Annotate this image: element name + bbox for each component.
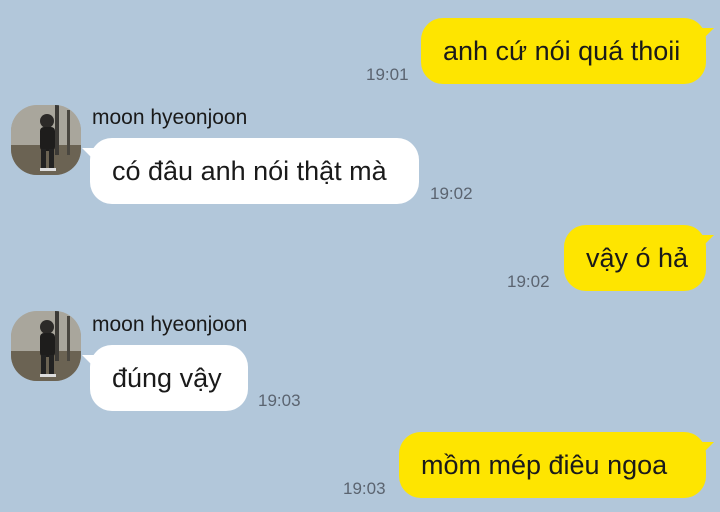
sender-name: moon hyeonjoon <box>92 313 248 336</box>
message-bubble-received[interactable]: đúng vậy <box>82 345 248 411</box>
message-text: anh cứ nói quá thoii <box>443 35 681 66</box>
message-text: mồm mép điêu ngoa <box>421 449 668 480</box>
message-time: 19:03 <box>343 479 386 498</box>
profile-photo-icon[interactable] <box>11 105 81 175</box>
message-time: 19:03 <box>258 391 301 410</box>
sender-name: moon hyeonjoon <box>92 106 248 129</box>
profile-photo-icon[interactable] <box>11 311 81 381</box>
message-text: có đâu anh nói thật mà <box>112 155 387 186</box>
message-text: đúng vậy <box>112 362 222 393</box>
message-bubble-received[interactable]: có đâu anh nói thật mà <box>82 138 419 204</box>
message-time: 19:02 <box>430 184 473 203</box>
message-time: 19:01 <box>366 65 409 84</box>
message-time: 19:02 <box>507 272 550 291</box>
message-bubble-sent[interactable]: anh cứ nói quá thoii <box>421 18 714 84</box>
chat-log: 19:01 anh cứ nói quá thoii moon hyeonjoo… <box>0 0 720 512</box>
message-bubble-sent[interactable]: vậy ó hả <box>564 225 714 291</box>
message-text: vậy ó hả <box>586 242 689 273</box>
message-bubble-sent[interactable]: mồm mép điêu ngoa <box>399 432 714 498</box>
